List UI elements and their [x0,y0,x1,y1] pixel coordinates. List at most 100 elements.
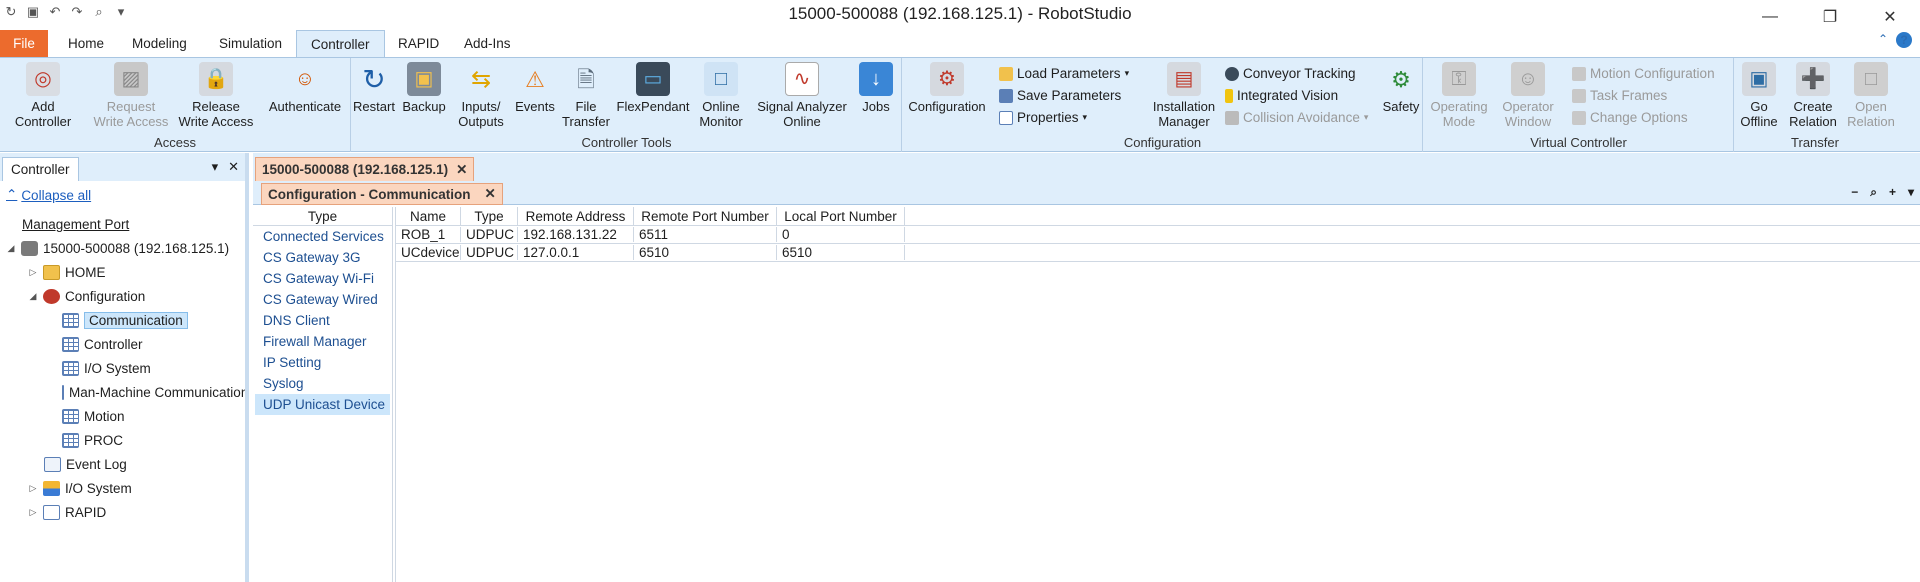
create-relation-button[interactable]: ➕ Create Relation [1785,62,1841,129]
load-parameters-button[interactable]: Load Parameters ▾ [999,66,1129,81]
tree-item-motion[interactable]: Motion [62,405,125,427]
configuration-button[interactable]: ⚙ Configuration [903,62,991,114]
expand-icon[interactable]: + [1889,185,1896,200]
collision-avoidance-button[interactable]: Collision Avoidance ▾ [1225,110,1368,125]
cell-name[interactable]: ROB_1 [396,227,461,242]
tree-item-management-port[interactable]: Management Port [22,213,129,235]
tree-item-communication[interactable]: Communication [62,309,188,331]
type-item[interactable]: CS Gateway Wi-Fi [253,268,392,289]
panel-menu-icon[interactable]: ▾ [212,159,219,175]
tree-item-io-system[interactable]: ▷ I/O System [28,477,132,499]
tree-item-controller[interactable]: ◢ 15000-500088 (192.168.125.1) [6,237,229,259]
events-button[interactable]: ⚠ Events [510,62,560,114]
signal-analyzer-button[interactable]: ∿ Signal Analyzer Online [752,62,852,129]
restart-button[interactable]: ↻ Restart [352,62,396,114]
column-header-remote-address[interactable]: Remote Address [518,207,634,225]
collapsed-arrow-icon[interactable]: ▷ [28,483,38,494]
table-row[interactable]: UCdevice UDPUC 127.0.0.1 6510 6510 [396,244,1920,262]
go-offline-button[interactable]: ▣ Go Offline [1735,62,1783,129]
online-monitor-button[interactable]: □ Online Monitor [692,62,750,129]
cell-remote-address[interactable]: 127.0.0.1 [518,245,634,260]
integrated-vision-button[interactable]: Integrated Vision [1225,88,1338,103]
close-window-button[interactable]: ✕ [1860,0,1920,34]
add-controller-button[interactable]: ◎ Add Controller [4,62,82,129]
tree-item-io-system-topic[interactable]: I/O System [62,357,151,379]
jobs-button[interactable]: ↓ Jobs [854,62,898,114]
minimize-ribbon-icon[interactable]: ⌃ [1878,32,1888,48]
backup-button[interactable]: ▣ Backup [398,62,450,114]
tree-item-configuration[interactable]: ◢ Configuration [28,285,145,307]
tree-item-event-log[interactable]: Event Log [44,453,127,475]
tab-controller[interactable]: Controller [296,30,385,58]
cell-type[interactable]: UDPUC [461,227,518,242]
tree-item-proc[interactable]: PROC [62,429,123,451]
column-header-type[interactable]: Type [461,207,518,225]
motion-configuration-button[interactable]: Motion Configuration [1572,66,1715,81]
installation-manager-button[interactable]: ▤ Installation Manager [1143,62,1225,129]
tab-rapid[interactable]: RAPID [384,30,453,57]
tree-item-controller-topic[interactable]: Controller [62,333,143,355]
options-dropdown-icon[interactable]: ▾ [1908,185,1914,200]
authenticate-button[interactable]: ☺ Authenticate [260,62,350,115]
change-options-button[interactable]: Change Options [1572,110,1688,125]
controller-panel-tab[interactable]: Controller [2,157,79,181]
cell-local-port[interactable]: 0 [777,227,905,242]
panel-close-icon[interactable]: ✕ [228,159,239,175]
column-header-local-port[interactable]: Local Port Number [777,207,905,225]
type-item[interactable]: Connected Services [253,226,392,247]
type-item-selected[interactable]: UDP Unicast Device [255,394,390,415]
operator-window-button[interactable]: ☺ Operator Window [1494,62,1562,129]
collapse-icon[interactable]: − [1851,185,1858,200]
subtab-configuration-communication[interactable]: Configuration - Communication ✕ [261,183,503,205]
operating-mode-button[interactable]: ⚿ Operating Mode [1424,62,1494,129]
table-row[interactable]: ROB_1 UDPUC 192.168.131.22 6511 0 [396,226,1920,244]
tab-home[interactable]: Home [54,30,118,57]
safety-button[interactable]: ⚙ Safety [1379,62,1423,114]
cell-remote-port[interactable]: 6511 [634,227,777,242]
tab-simulation[interactable]: Simulation [205,30,296,57]
collapse-all-link[interactable]: ⌃ Collapse all [6,187,245,203]
help-icon[interactable]: ? [1896,32,1912,48]
type-item[interactable]: Syslog [253,373,392,394]
column-header-remote-port[interactable]: Remote Port Number [634,207,777,225]
collapsed-arrow-icon[interactable]: ▷ [28,267,38,278]
restore-button[interactable]: ❐ [1800,0,1860,34]
collapsed-arrow-icon[interactable]: ▷ [28,507,38,518]
properties-button[interactable]: Properties ▾ [999,110,1087,125]
type-item[interactable]: CS Gateway Wired [253,289,392,310]
cell-remote-port[interactable]: 6510 [634,245,777,260]
open-relation-button[interactable]: □ Open Relation [1843,62,1899,129]
cell-type[interactable]: UDPUC [461,245,518,260]
type-item[interactable]: CS Gateway 3G [253,247,392,268]
close-subtab-icon[interactable]: ✕ [484,186,495,202]
flexpendant-button[interactable]: ▭ FlexPendant [614,62,692,114]
close-tab-icon[interactable]: ✕ [456,162,467,178]
tab-modeling[interactable]: Modeling [118,30,201,57]
type-item[interactable]: IP Setting [253,352,392,373]
cell-name[interactable]: UCdevice [396,245,461,260]
type-item[interactable]: Firewall Manager [253,331,392,352]
type-item[interactable]: DNS Client [253,310,392,331]
cell-local-port[interactable]: 6510 [777,245,905,260]
minimize-button[interactable]: — [1740,0,1800,34]
tree-item-home[interactable]: ▷ HOME [28,261,106,283]
search-icon[interactable]: ⌕ [1870,185,1877,200]
expanded-arrow-icon[interactable]: ◢ [28,291,38,302]
request-write-access-button[interactable]: ▨ Request Write Access [86,62,176,129]
column-header-name[interactable]: Name [396,207,461,225]
inputs-outputs-button[interactable]: ⇆ Inputs/ Outputs [452,62,510,129]
tree-item-rapid[interactable]: ▷ RAPID [28,501,106,523]
tab-add-ins[interactable]: Add-Ins [450,30,525,57]
document-tab-controller[interactable]: 15000-500088 (192.168.125.1) ✕ [255,157,475,181]
tab-file[interactable]: File [0,30,48,57]
save-parameters-button[interactable]: Save Parameters [999,88,1121,103]
header-filler [905,207,1920,225]
conveyor-tracking-button[interactable]: Conveyor Tracking [1225,66,1356,81]
task-frames-button[interactable]: Task Frames [1572,88,1667,103]
expanded-arrow-icon[interactable]: ◢ [6,243,16,254]
load-parameters-label: Load Parameters [1017,66,1121,81]
tree-item-man-machine-communication[interactable]: Man-Machine Communication [62,381,245,403]
file-transfer-button[interactable]: 🗎 File Transfer [558,62,614,129]
cell-remote-address[interactable]: 192.168.131.22 [518,227,634,242]
release-write-access-button[interactable]: 🔒 Release Write Access [176,62,256,129]
